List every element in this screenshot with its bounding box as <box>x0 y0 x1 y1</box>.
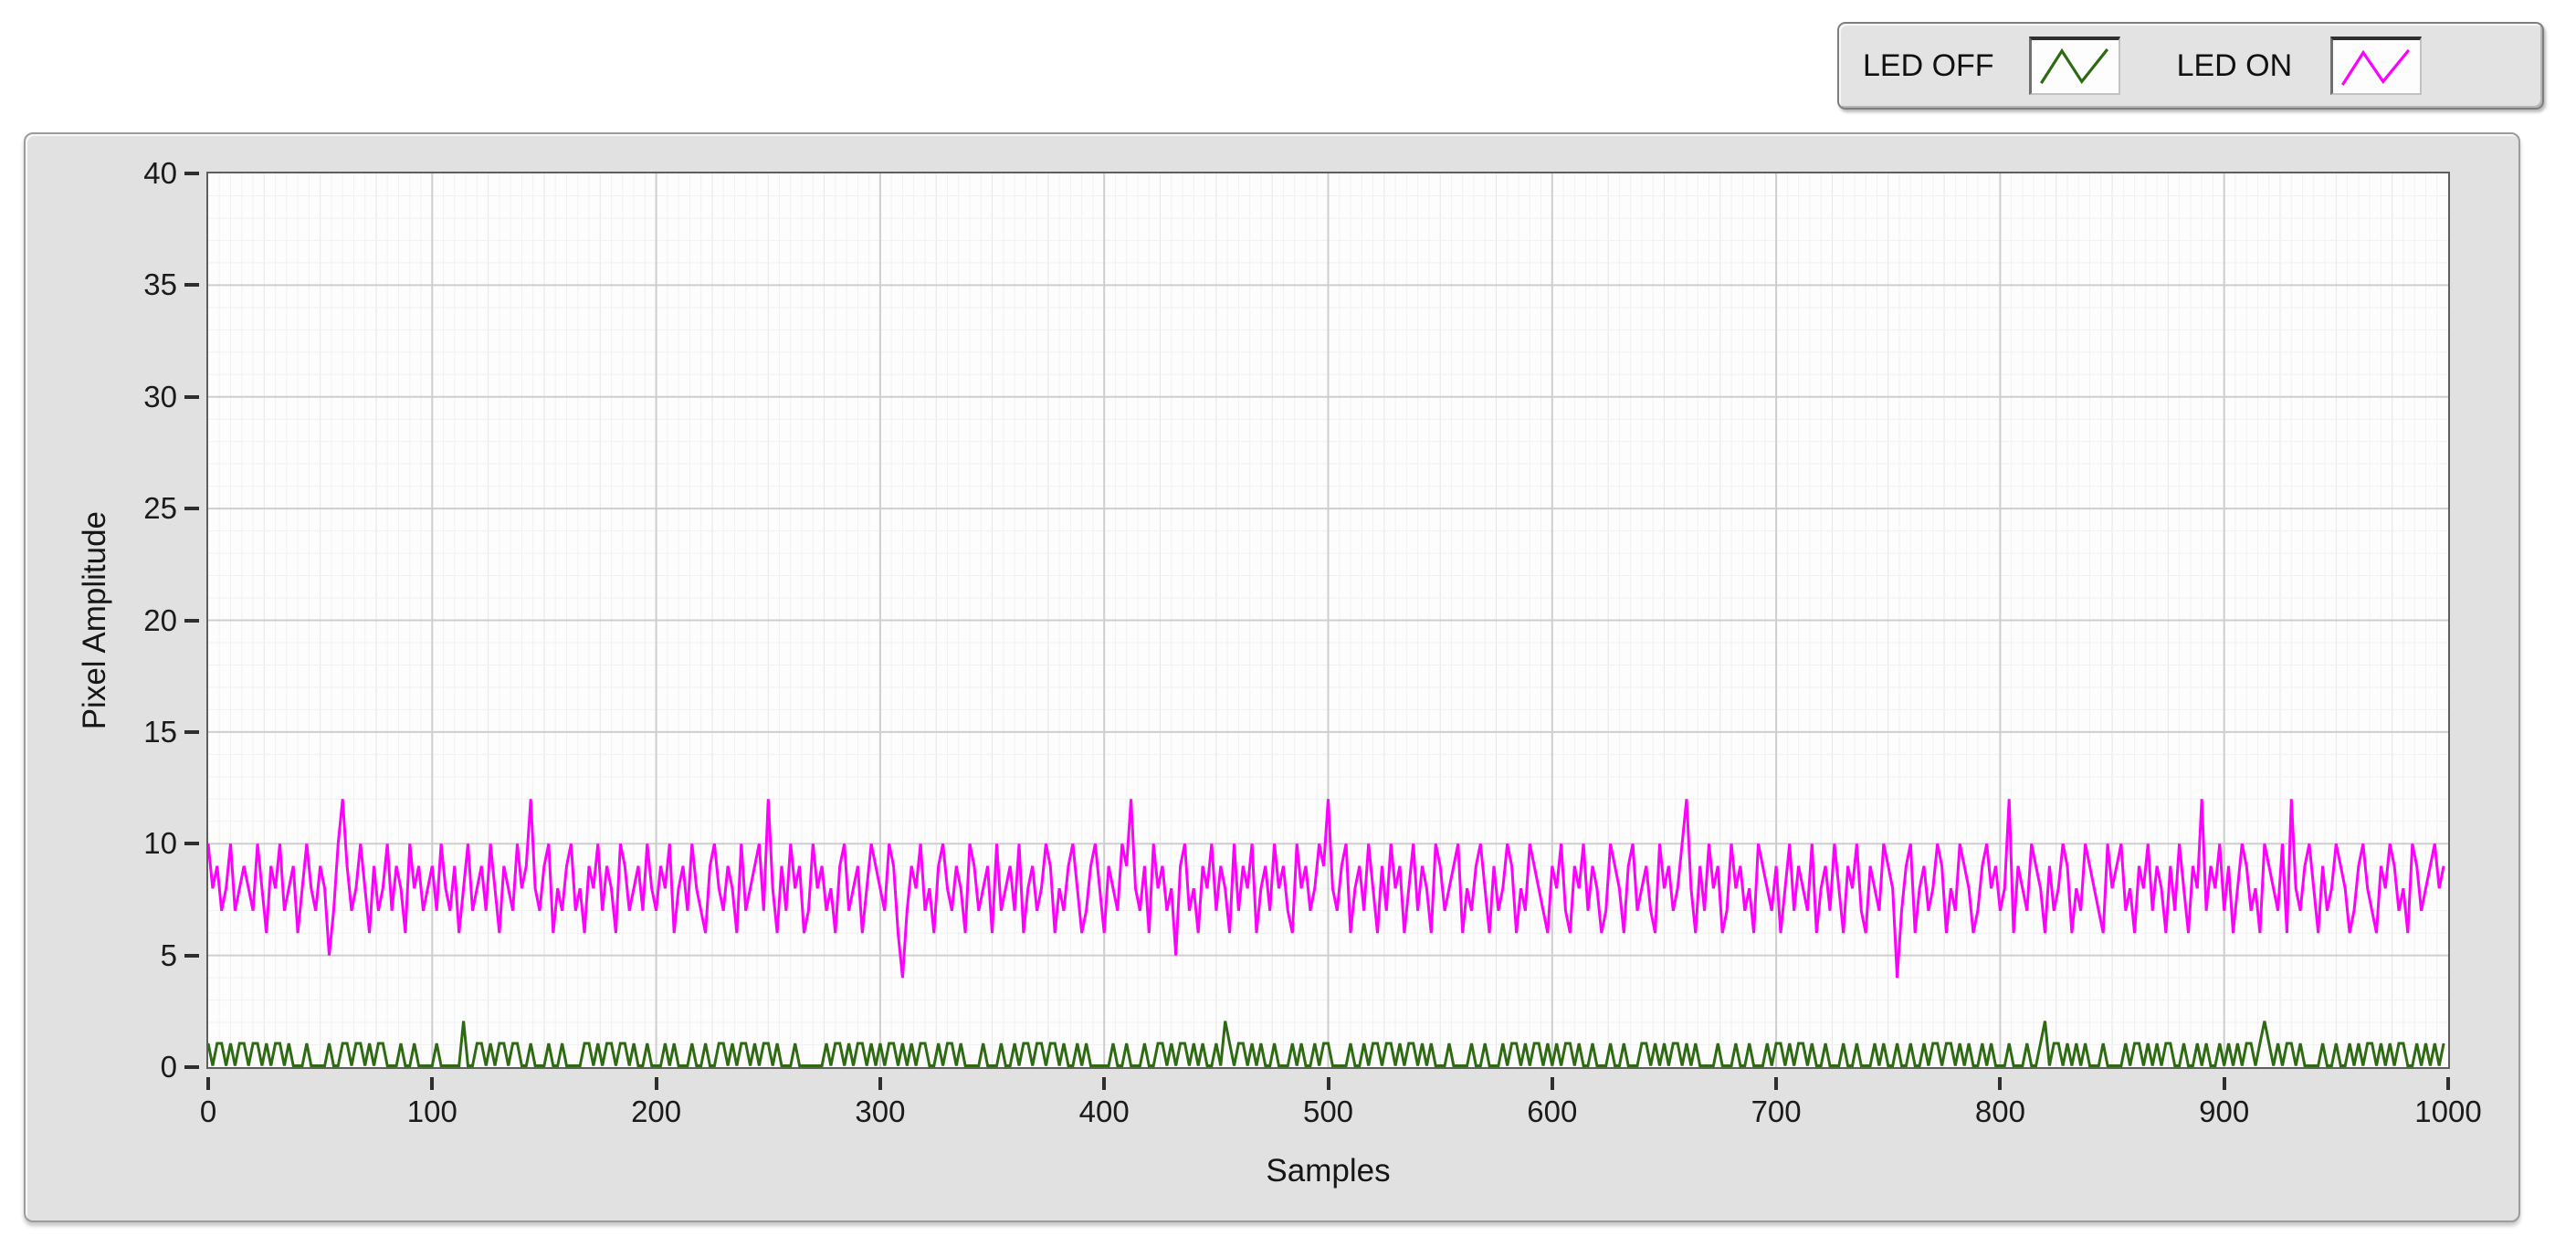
series-line-led-off <box>208 1021 2444 1066</box>
x-tick-mark <box>1102 1077 1106 1090</box>
y-tick-mark <box>184 730 199 734</box>
line-style-icon <box>2032 40 2119 93</box>
y-tick-mark <box>184 842 199 845</box>
legend-label-led-off: LED OFF <box>1863 48 1994 84</box>
x-tick-mark <box>878 1077 882 1090</box>
legend-swatch-led-on[interactable] <box>2330 37 2422 95</box>
y-tick-label: 15 <box>51 713 177 751</box>
x-tick-label: 200 <box>584 1093 730 1131</box>
legend-line-0 <box>2041 49 2108 83</box>
y-tick-mark <box>184 507 199 510</box>
x-tick-mark <box>1327 1077 1330 1090</box>
y-tick-mark <box>184 395 199 399</box>
x-tick-label: 1000 <box>2375 1093 2521 1131</box>
y-tick-label: 0 <box>51 1048 177 1086</box>
y-tick-label: 20 <box>51 602 177 640</box>
x-tick-label: 800 <box>1927 1093 2073 1131</box>
plot-area[interactable] <box>206 172 2450 1069</box>
x-tick-label: 500 <box>1256 1093 1402 1131</box>
y-tick-mark <box>184 172 199 175</box>
y-tick-label: 35 <box>51 266 177 304</box>
y-tick-label: 40 <box>51 154 177 193</box>
legend-line-1 <box>2343 50 2410 85</box>
y-tick-label: 10 <box>51 824 177 863</box>
x-tick-label: 600 <box>1479 1093 1625 1131</box>
y-tick-mark <box>184 619 199 623</box>
x-tick-mark <box>2223 1077 2226 1090</box>
y-tick-label: 25 <box>51 489 177 528</box>
x-tick-label: 900 <box>2151 1093 2297 1131</box>
x-tick-label: 300 <box>807 1093 953 1131</box>
x-tick-label: 0 <box>135 1093 281 1131</box>
legend-swatch-led-off[interactable] <box>2029 37 2120 95</box>
plot-legend: LED OFF LED ON <box>1837 22 2544 110</box>
y-tick-mark <box>184 1065 199 1069</box>
x-tick-label: 400 <box>1031 1093 1177 1131</box>
y-tick-label: 30 <box>51 378 177 416</box>
x-tick-mark <box>1998 1077 2002 1090</box>
y-tick-mark <box>184 954 199 958</box>
x-tick-mark <box>1774 1077 1778 1090</box>
graph-panel: Pixel Amplitude 0510152025303540 0100200… <box>24 132 2520 1222</box>
y-tick-mark <box>184 283 199 287</box>
x-tick-mark <box>430 1077 434 1090</box>
plot-svg <box>208 173 2448 1067</box>
x-tick-label: 100 <box>359 1093 505 1131</box>
x-tick-mark <box>655 1077 658 1090</box>
x-tick-label: 700 <box>1703 1093 1849 1131</box>
legend-label-led-on: LED ON <box>2177 48 2293 84</box>
line-style-icon <box>2333 40 2420 93</box>
x-tick-mark <box>2446 1077 2450 1090</box>
y-tick-label: 5 <box>51 937 177 975</box>
x-tick-mark <box>206 1077 210 1090</box>
x-axis-title: Samples <box>1192 1153 1466 1189</box>
x-tick-mark <box>1551 1077 1554 1090</box>
